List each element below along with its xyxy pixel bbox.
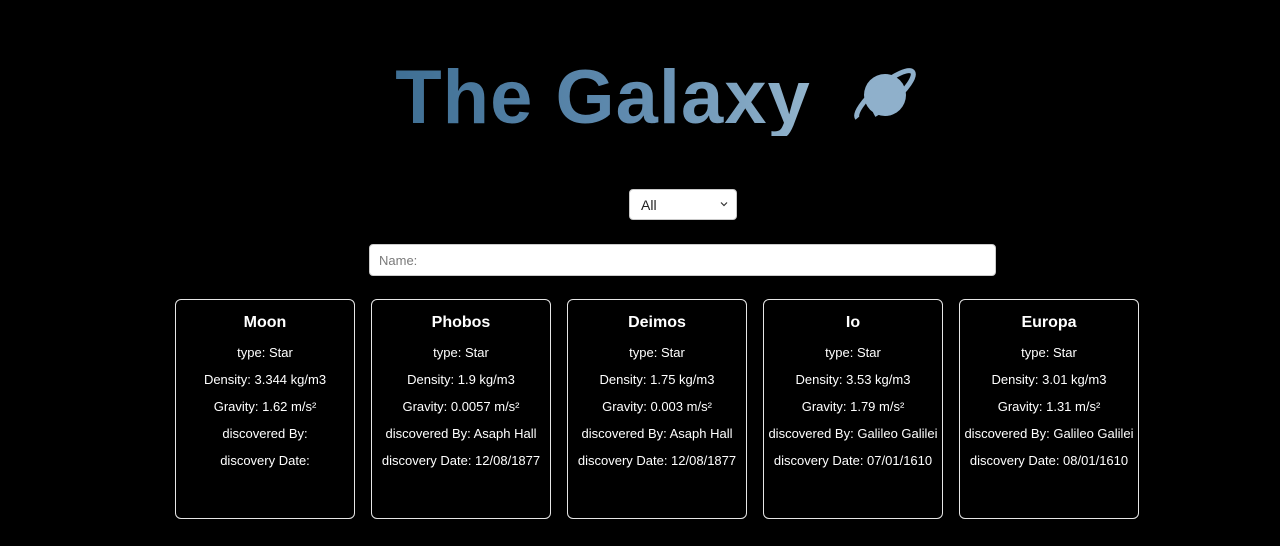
body-card-moon: Moon type: Star Density: 3.344 kg/m3 Gra… <box>175 299 355 519</box>
type-filter-select[interactable]: All <box>629 189 737 220</box>
body-card-io: Io type: Star Density: 3.53 kg/m3 Gravit… <box>763 299 943 519</box>
card-type: type: Star <box>825 345 881 360</box>
card-discovery-date: discovery Date: 12/08/1877 <box>381 453 541 468</box>
card-density: Density: 3.344 kg/m3 <box>203 372 327 387</box>
card-gravity: Gravity: 1.62 m/s² <box>213 399 317 414</box>
card-discovered-by: discovered By: Asaph Hall <box>385 426 537 441</box>
card-discovered-by: discovered By: Asaph Hall <box>581 426 733 441</box>
card-name: Deimos <box>628 314 686 331</box>
card-type: type: Star <box>1021 345 1077 360</box>
card-gravity: Gravity: 1.31 m/s² <box>997 399 1101 414</box>
body-card-phobos: Phobos type: Star Density: 1.9 kg/m3 Gra… <box>371 299 551 519</box>
name-search-input[interactable] <box>369 244 996 276</box>
card-discovery-date: discovery Date: <box>220 453 310 468</box>
body-card-europa: Europa type: Star Density: 3.01 kg/m3 Gr… <box>959 299 1139 519</box>
card-name: Io <box>845 314 861 331</box>
card-list: Moon type: Star Density: 3.344 kg/m3 Gra… <box>175 299 1139 519</box>
body-card-deimos: Deimos type: Star Density: 1.75 kg/m3 Gr… <box>567 299 747 519</box>
card-discovery-date: discovery Date: 07/01/1610 <box>773 453 933 468</box>
header: The Galaxy <box>0 48 1280 148</box>
page: The Galaxy All Moon type: Star Density: … <box>0 0 1280 546</box>
card-density: Density: 1.9 kg/m3 <box>407 372 515 387</box>
card-name: Europa <box>1021 314 1077 331</box>
card-discovery-date: discovery Date: 12/08/1877 <box>577 453 737 468</box>
card-name: Phobos <box>431 314 491 331</box>
card-gravity: Gravity: 0.0057 m/s² <box>402 399 520 414</box>
card-gravity: Gravity: 1.79 m/s² <box>801 399 905 414</box>
chevron-down-icon <box>720 202 728 207</box>
card-name: Moon <box>243 314 287 331</box>
card-type: type: Star <box>237 345 293 360</box>
card-type: type: Star <box>629 345 685 360</box>
card-discovered-by: discovered By: Galileo Galilei <box>768 426 938 441</box>
card-discovered-by: discovered By: <box>222 426 308 441</box>
card-discovery-date: discovery Date: 08/01/1610 <box>969 453 1129 468</box>
card-density: Density: 3.01 kg/m3 <box>991 372 1107 387</box>
page-title: The Galaxy <box>395 55 811 140</box>
card-type: type: Star <box>433 345 489 360</box>
card-discovered-by: discovered By: Galileo Galilei <box>964 426 1134 441</box>
card-density: Density: 3.53 kg/m3 <box>795 372 911 387</box>
planet-icon <box>853 68 916 122</box>
type-filter-selected: All <box>641 196 657 213</box>
card-density: Density: 1.75 kg/m3 <box>599 372 715 387</box>
card-gravity: Gravity: 0.003 m/s² <box>602 399 712 414</box>
